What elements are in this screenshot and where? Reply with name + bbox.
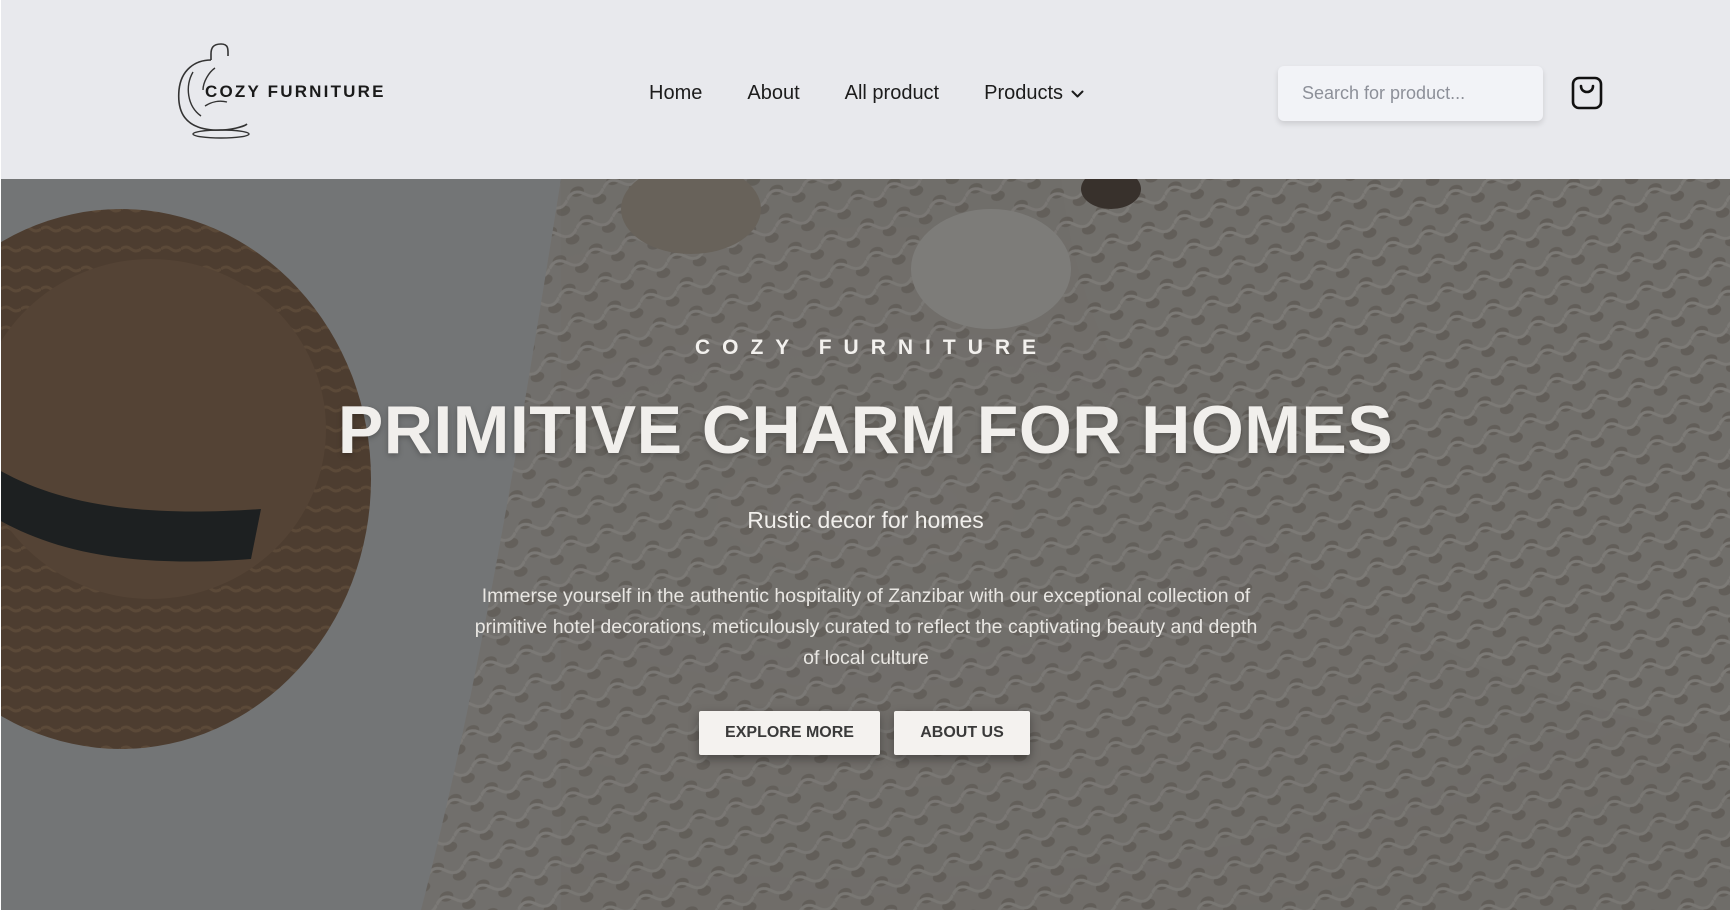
nav-item-label: Home [649,81,703,104]
nav-item-about[interactable]: About [747,82,799,105]
nav-item-label: All product [844,81,940,104]
hero-section: COZY FURNITURE PRIMITIVE CHARM FOR HOMES… [1,179,1730,910]
brand-name: COZY FURNITURE [205,82,386,101]
nav-item-home[interactable]: Home [649,82,702,105]
nav-item-products[interactable]: Products [984,82,1084,105]
about-us-button[interactable]: ABOUT US [894,711,1030,755]
explore-more-button[interactable]: EXPLORE MORE [699,711,880,755]
brand-logo[interactable]: COZY FURNITURE [173,42,413,142]
hero-overlay [1,179,1730,910]
hero-headline: PRIMITIVE CHARM FOR HOMES [337,392,1394,468]
main-nav: Home About All product Products [649,79,1084,107]
chevron-down-icon [1071,90,1084,97]
shopping-bag-icon[interactable] [1571,76,1603,110]
nav-item-label: About [747,81,800,104]
search-input[interactable] [1278,66,1543,121]
hero-subheadline: Rustic decor for homes [747,507,984,533]
hero-eyebrow: COZY FURNITURE [694,336,1049,359]
site-header: COZY FURNITURE Home About All product Pr… [1,0,1730,179]
nav-item-all-product[interactable]: All product [845,82,940,105]
page: COZY FURNITURE Home About All product Pr… [1,0,1730,910]
nav-item-label: Products [984,81,1064,104]
hero-description: Immerse yourself in the authentic hospit… [474,585,1258,669]
